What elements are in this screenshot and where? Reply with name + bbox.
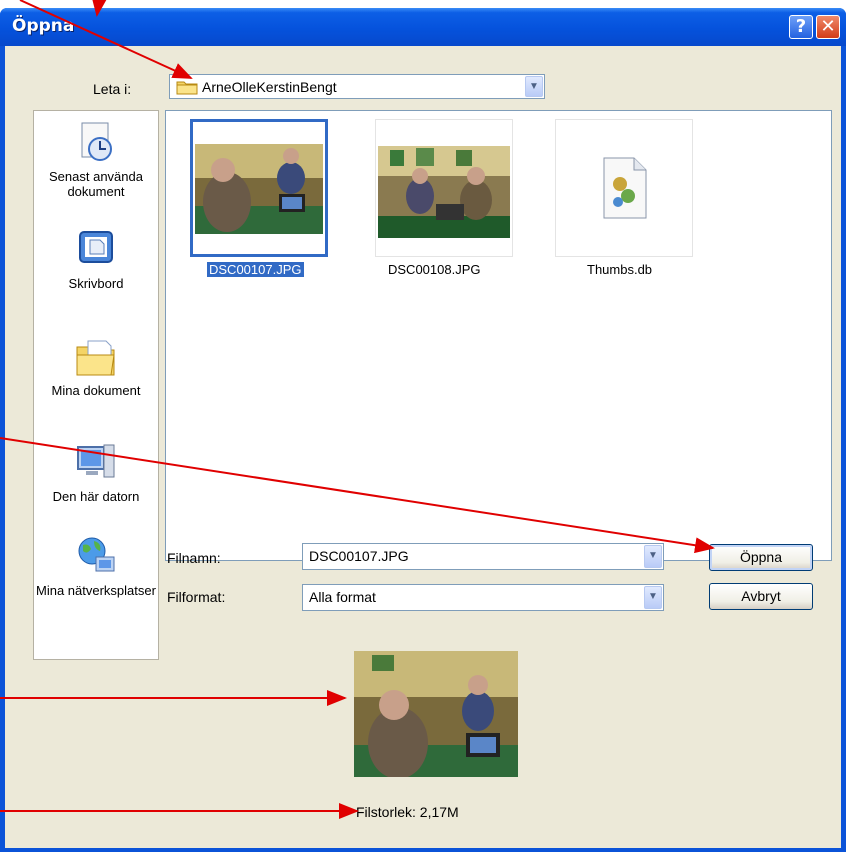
filename-input[interactable]: DSC00107.JPG ▼ [302, 543, 664, 570]
help-button[interactable]: ? [789, 15, 813, 39]
lookin-combo[interactable]: ArneOlleKerstinBengt ▼ [169, 74, 545, 99]
lookin-value: ArneOlleKerstinBengt [202, 79, 337, 95]
recent-documents-icon [74, 121, 118, 165]
filetype-value: Alla format [309, 589, 376, 605]
place-my-computer[interactable]: Den här datorn [34, 441, 158, 504]
filename-value: DSC00107.JPG [309, 548, 409, 564]
filename-dropdown-arrow[interactable]: ▼ [644, 545, 662, 568]
database-file-icon [603, 157, 647, 219]
preview-image [354, 651, 518, 777]
file-name-dsc00107[interactable]: DSC00107.JPG [207, 262, 304, 277]
file-thumbnail-dsc00107[interactable] [190, 119, 328, 257]
desktop-icon [74, 228, 118, 272]
photo-thumbnail-image-2 [378, 146, 510, 238]
file-name-thumbs-db[interactable]: Thumbs.db [587, 262, 652, 277]
my-documents-icon [74, 335, 118, 379]
place-my-documents-label: Mina dokument [51, 383, 141, 398]
network-places-icon [74, 535, 118, 579]
place-my-documents[interactable]: Mina dokument [34, 335, 158, 398]
photo-thumbnail-image [195, 144, 323, 234]
file-thumbnail-thumbs-db[interactable] [555, 119, 693, 257]
cancel-button[interactable]: Avbryt [709, 583, 813, 610]
place-desktop-label: Skrivbord [68, 276, 124, 291]
place-desktop[interactable]: Skrivbord [34, 228, 158, 291]
file-name-dsc00108[interactable]: DSC00108.JPG [388, 262, 481, 277]
preview-filesize: Filstorlek: 2,17M [356, 804, 459, 820]
open-dialog-window: Öppna ? ✕ Leta i: ArneOlleKerstinBengt ▼ [0, 8, 846, 852]
place-recent-label: Senast använda dokument [49, 169, 143, 199]
file-list-view[interactable]: DSC00107.JPG DSC00108.JPG Thumbs.db [165, 110, 832, 561]
close-button[interactable]: ✕ [816, 15, 840, 39]
filetype-select[interactable]: Alla format ▼ [302, 584, 664, 611]
filetype-dropdown-arrow[interactable]: ▼ [644, 586, 662, 609]
places-bar: Senast använda dokument Skrivbord Mina d… [33, 110, 159, 660]
place-network-label: Mina nätverksplatser [36, 583, 156, 598]
file-thumbnail-dsc00108[interactable] [375, 119, 513, 257]
filetype-label: Filformat: [167, 589, 226, 605]
place-recent-documents[interactable]: Senast använda dokument [34, 121, 158, 199]
dialog-client-area: Leta i: ArneOlleKerstinBengt ▼ Senast an… [5, 46, 841, 848]
lookin-dropdown-arrow[interactable]: ▼ [525, 76, 543, 97]
my-computer-icon [74, 441, 118, 485]
place-network[interactable]: Mina nätverksplatser [34, 535, 158, 598]
filename-label: Filnamn: [167, 550, 221, 566]
folder-icon [176, 81, 198, 95]
open-button[interactable]: Öppna [709, 544, 813, 571]
lookin-label: Leta i: [93, 81, 132, 97]
place-my-computer-label: Den här datorn [52, 489, 140, 504]
window-title: Öppna [12, 16, 75, 36]
title-bar[interactable]: Öppna ? ✕ [0, 8, 846, 46]
